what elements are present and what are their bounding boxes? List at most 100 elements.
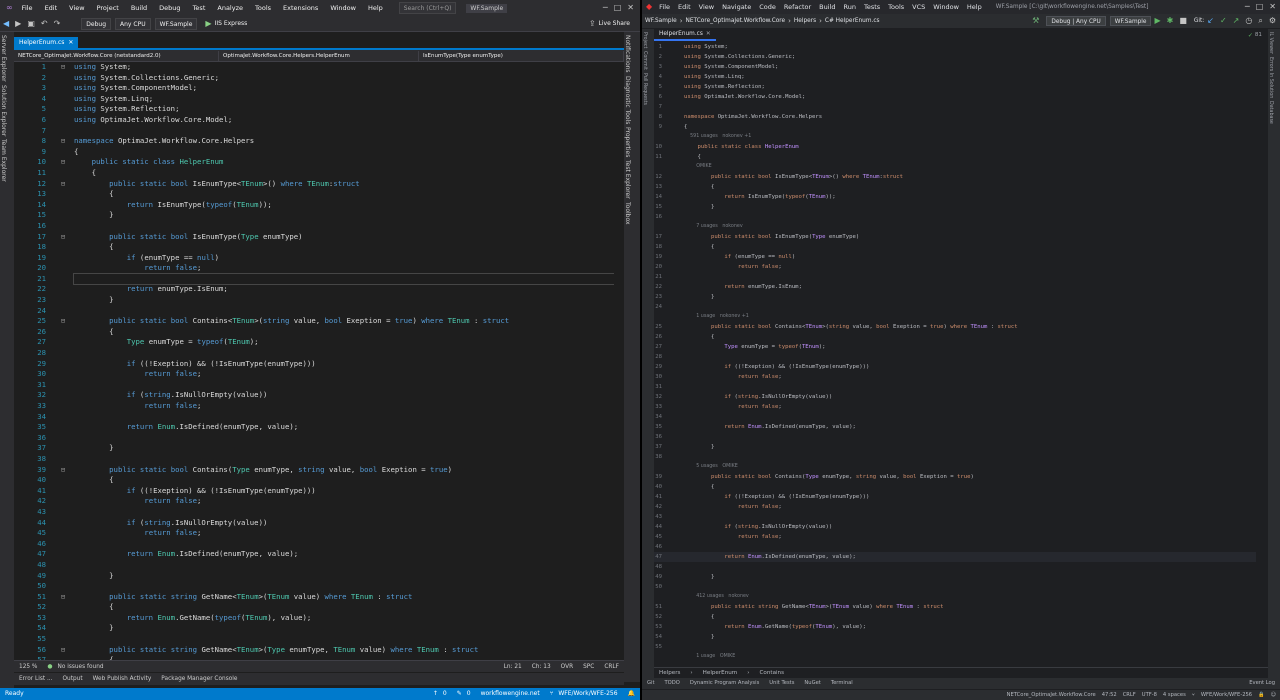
caret-position[interactable]: 47:52 (1102, 690, 1117, 700)
vs-side-toolbox[interactable]: Toolbox (624, 202, 631, 225)
fold-toggle-icon[interactable]: ⊟ (52, 316, 74, 327)
rider-tab-helperenum[interactable]: HelperEnum.cs ✕ (654, 29, 716, 41)
code-vision-hint[interactable]: 1 usage nokonev +1 (654, 312, 1256, 322)
pencil-count[interactable]: 0 (467, 688, 471, 700)
code-breadcrumb-item[interactable]: Contains (760, 668, 785, 678)
fold-toggle-icon[interactable]: ⊟ (52, 232, 74, 243)
menu-window[interactable]: Window (324, 0, 362, 16)
menu-extensions[interactable]: Extensions (277, 0, 324, 16)
tab-helperenum[interactable]: HelperEnum.cs ✕ (14, 37, 79, 48)
config-dropdown[interactable]: Debug (81, 17, 112, 30)
tool-window-tab[interactable]: Package Manager Console (161, 676, 237, 682)
rider-menu-run[interactable]: Run (839, 0, 859, 14)
vs-side-solution-explorer[interactable]: Solution Explorer (0, 85, 7, 136)
rider-side-pull-requests[interactable]: Pull Requests (642, 73, 647, 105)
code-vision-hint[interactable]: 1 usage OMIKE (654, 652, 1256, 660)
close-icon[interactable]: ✕ (627, 2, 634, 14)
type-dropdown[interactable]: OptimaJet.Workflow.Core.Helpers.HelperEn… (219, 50, 419, 61)
maximize-icon[interactable]: □ (614, 2, 622, 14)
vs-side-properties[interactable]: Properties (624, 127, 631, 157)
code-vision-hint[interactable]: 412 usages nokonev (654, 592, 1256, 602)
menu-file[interactable]: File (16, 0, 39, 16)
startup-dropdown[interactable]: WF.Sample (154, 17, 198, 30)
nav-crumb[interactable]: Helpers (794, 18, 816, 24)
usage-hint[interactable]: 412 usages nokonev (684, 592, 749, 602)
fold-toggle-icon[interactable]: ⊟ (52, 592, 74, 603)
usage-hint[interactable]: 5 usages OMIKE (684, 462, 738, 472)
tab-close-icon[interactable]: ✕ (68, 37, 73, 48)
rider-minimize-icon[interactable]: ─ (1245, 1, 1250, 13)
run-target[interactable]: IIS Express (215, 20, 248, 27)
rider-side-il-viewer[interactable]: IL Viewer (1268, 32, 1273, 54)
menu-analyze[interactable]: Analyze (211, 0, 249, 16)
vs-side-notifications[interactable]: Notifications (624, 35, 631, 73)
rider-menu-file[interactable]: File (655, 0, 674, 14)
usage-hint[interactable]: OMIKE (684, 162, 712, 172)
git-history-icon[interactable]: ◷ (1245, 15, 1252, 27)
rider-tool-window-tab[interactable]: Dynamic Program Analysis (690, 678, 759, 689)
tool-window-tab[interactable]: Output (62, 676, 82, 682)
rider-menu-code[interactable]: Code (755, 0, 780, 14)
fold-toggle-icon[interactable]: ⊟ (52, 136, 74, 147)
fold-toggle-icon[interactable]: ⊟ (52, 62, 74, 73)
up-count[interactable]: 0 (443, 688, 447, 700)
notification-icon[interactable]: 🔔 (628, 688, 635, 700)
menu-tools[interactable]: Tools (249, 0, 277, 16)
usage-hint[interactable]: 1 usage nokonev +1 (684, 312, 749, 322)
usage-hint[interactable]: 1 usage OMIKE (684, 652, 735, 660)
code-vision-hint[interactable]: 7 usages nokonev (654, 222, 1256, 232)
rider-config-dropdown[interactable]: Debug | Any CPU (1046, 16, 1106, 26)
git-commit-icon[interactable]: ✓ (1220, 15, 1227, 27)
zoom-level[interactable]: 125 % (19, 664, 37, 670)
vs-side-test-explorer[interactable]: Test Explorer (624, 160, 631, 199)
usage-hint[interactable]: 591 usages nokonev +1 (684, 132, 751, 142)
code-breadcrumb-item[interactable]: Helpers (659, 668, 680, 678)
file-encoding[interactable]: UTF-8 (1142, 690, 1157, 700)
rider-stop-icon[interactable]: ■ (1179, 15, 1187, 27)
vs-search-box[interactable]: Search (Ctrl+Q) (398, 2, 457, 14)
fold-toggle-icon[interactable]: ⊟ (52, 465, 74, 476)
menu-view[interactable]: View (63, 0, 90, 16)
rider-tool-window-tab[interactable]: Event Log (1249, 678, 1275, 689)
vs-code-editor[interactable]: 1 ⊟ using System; 2 using System.Collections… (14, 62, 614, 662)
rider-side-database[interactable]: Database (1268, 101, 1273, 124)
rider-menu-edit[interactable]: Edit (674, 0, 695, 14)
rider-menu-navigate[interactable]: Navigate (718, 0, 755, 14)
rider-code-editor[interactable]: 1 using System; 2 using System.Collections.… (654, 42, 1256, 660)
nav-crumb[interactable]: NETCore_OptimaJet.Workflow.Core (686, 18, 786, 24)
menu-edit[interactable]: Edit (39, 0, 64, 16)
rider-menu-tools[interactable]: Tools (884, 0, 908, 14)
tool-window-tab[interactable]: Error List ... (19, 676, 52, 682)
rider-tool-window-tab[interactable]: Terminal (831, 678, 853, 689)
inspection-count[interactable]: 81 (1255, 32, 1262, 38)
rider-tool-window-tab[interactable]: Unit Tests (769, 678, 794, 689)
rider-side-commit[interactable]: Commit (642, 51, 647, 70)
run-icon[interactable]: ▶ (205, 18, 211, 30)
menu-debug[interactable]: Debug (153, 0, 186, 16)
rider-menu-vcs[interactable]: VCS (908, 0, 929, 14)
rider-search-icon[interactable]: ⌕ (1258, 15, 1262, 27)
platform-dropdown[interactable]: Any CPU (115, 17, 151, 30)
hammer-icon[interactable]: ⚒ (1032, 15, 1039, 27)
rider-tool-window-tab[interactable]: Git (647, 678, 655, 689)
rider-menu-help[interactable]: Help (963, 0, 986, 14)
minimize-icon[interactable]: ─ (603, 2, 608, 14)
status-project[interactable]: NETCore_OptimaJet.Workflow.Core (1007, 690, 1096, 700)
rider-side-errors-in-solution[interactable]: Errors In Solution (1268, 57, 1273, 98)
fold-toggle-icon[interactable]: ⊟ (52, 179, 74, 190)
live-share-button[interactable]: Live Share (599, 20, 630, 27)
rider-run-icon[interactable]: ▶ (1154, 15, 1160, 27)
rider-menu-view[interactable]: View (695, 0, 718, 14)
usage-hint[interactable]: 7 usages nokonev (684, 222, 742, 232)
undo-icon[interactable]: ↶ (41, 18, 48, 30)
rider-tab-close-icon[interactable]: ✕ (706, 29, 711, 39)
branch-name[interactable]: WFE/Work/WFE-256 (558, 688, 617, 700)
vs-side-team-explorer[interactable]: Team Explorer (0, 139, 7, 182)
git-update-icon[interactable]: ↙ (1207, 15, 1214, 27)
rider-menu-tests[interactable]: Tests (860, 0, 884, 14)
nav-crumb[interactable]: C# HelperEnum.cs (825, 18, 880, 24)
menu-build[interactable]: Build (125, 0, 153, 16)
save-icon[interactable]: ▣ (27, 18, 35, 30)
fold-toggle-icon[interactable]: ⊟ (52, 645, 74, 656)
menu-help[interactable]: Help (362, 0, 389, 16)
